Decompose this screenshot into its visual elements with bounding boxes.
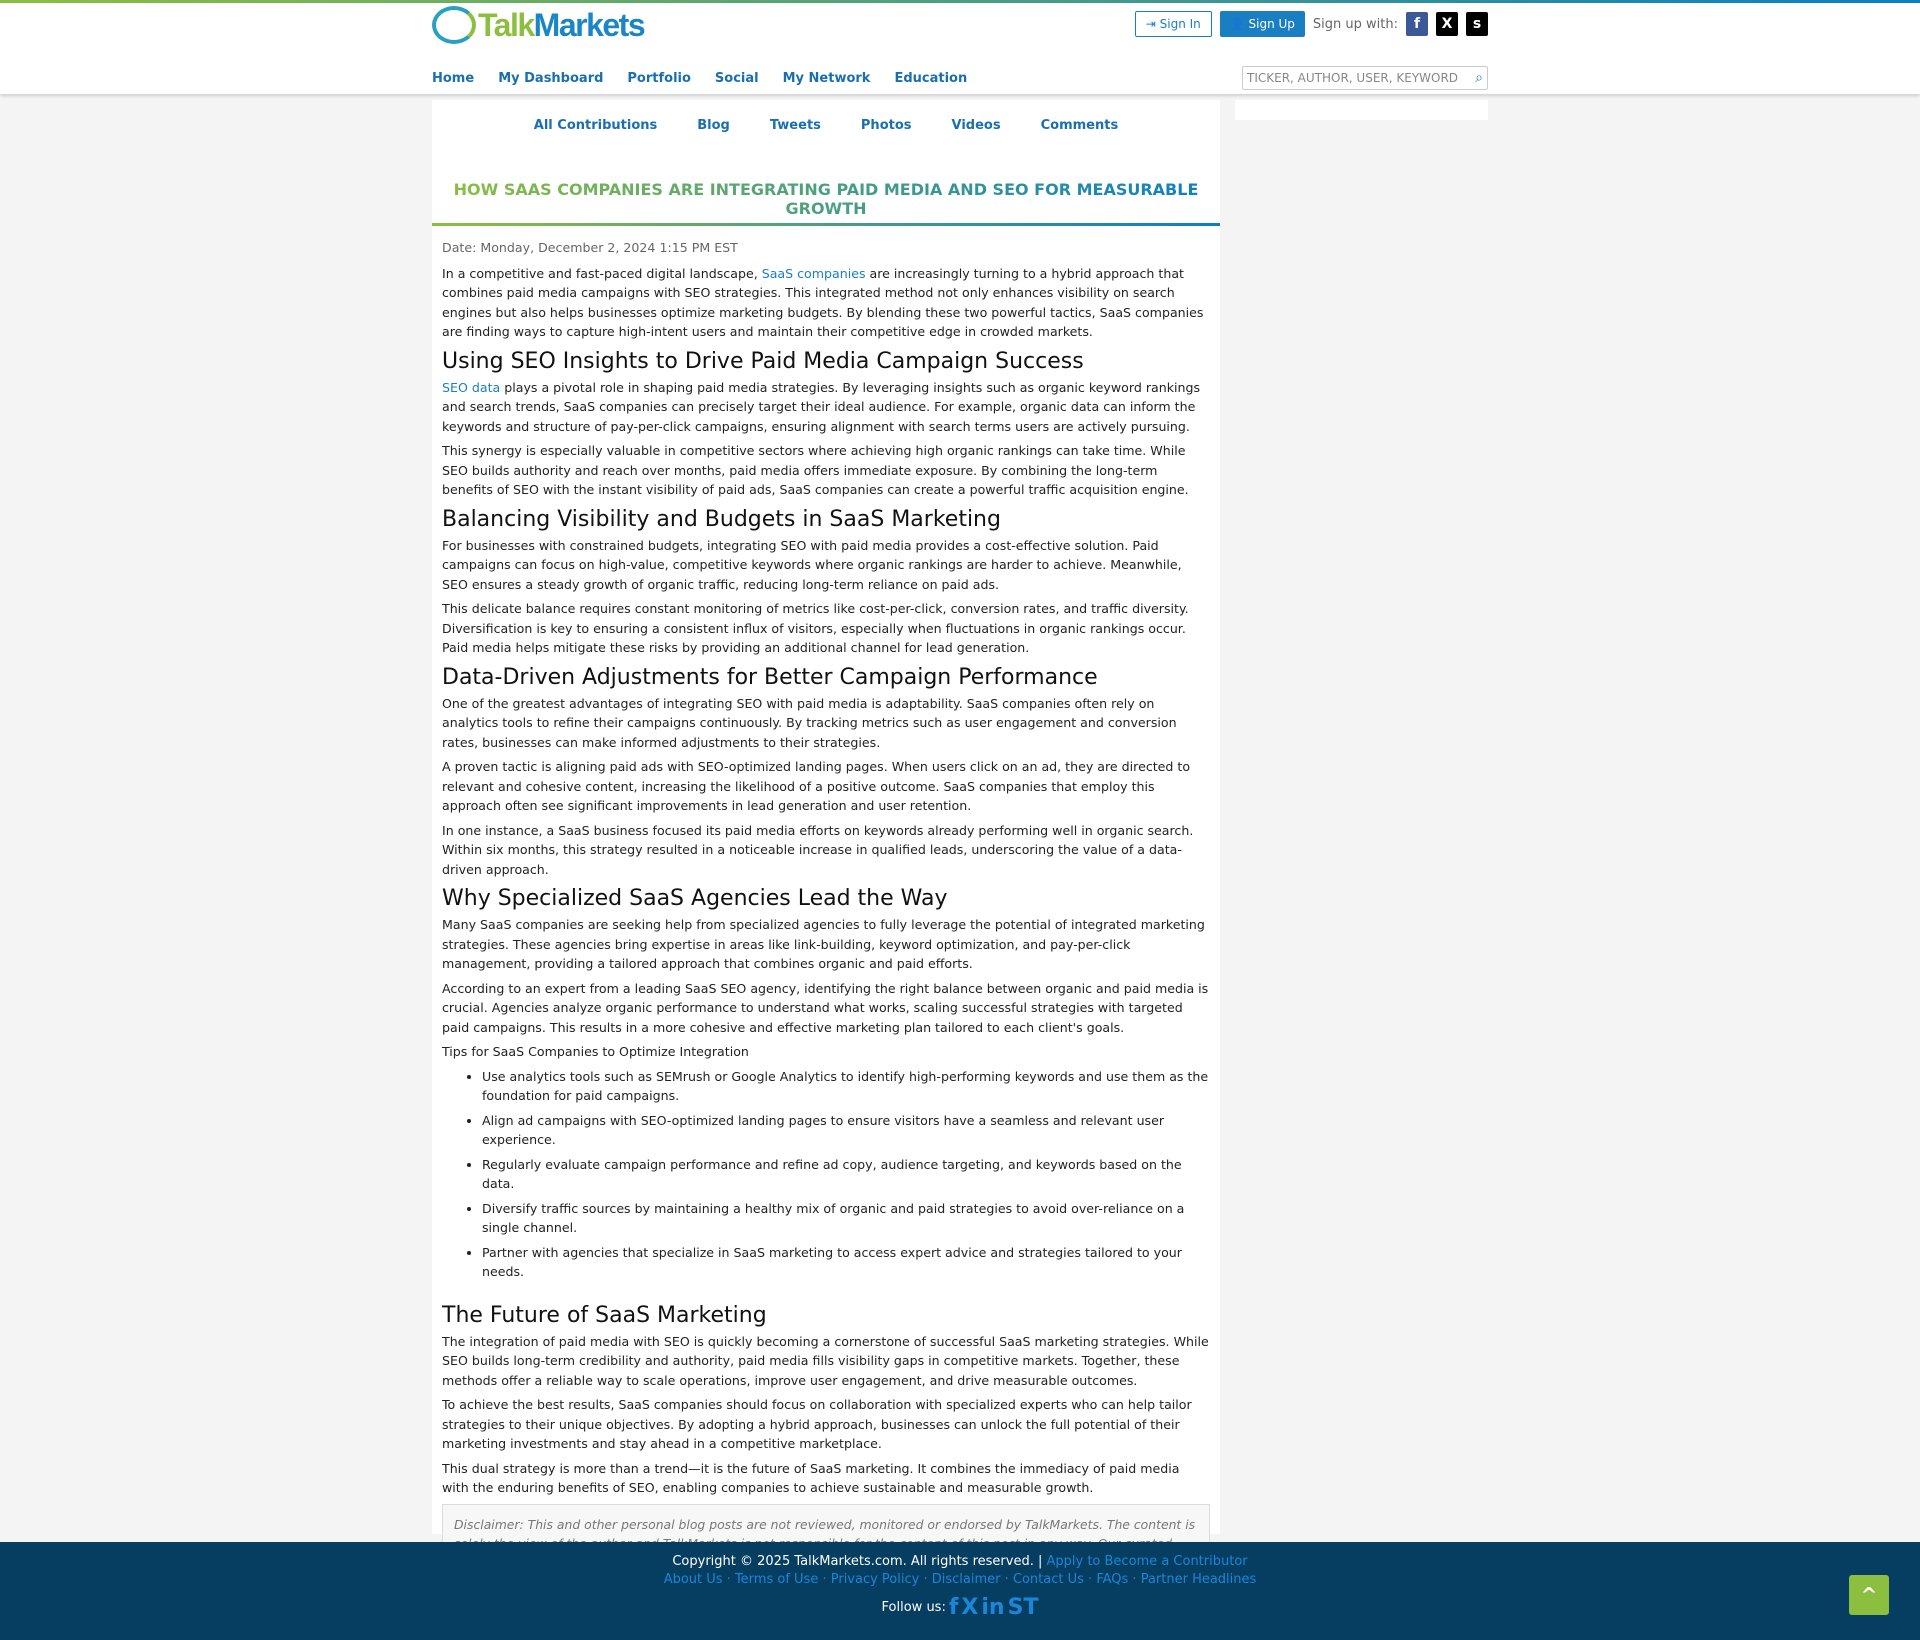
seo-data-link[interactable]: SEO data — [442, 380, 500, 395]
paragraph: According to an expert from a leading Sa… — [442, 980, 1209, 1035]
article-title-bar: HOW SAAS COMPANIES ARE INTEGRATING PAID … — [432, 174, 1220, 226]
x-icon[interactable]: X — [1436, 12, 1458, 36]
nav-my-dashboard[interactable]: My Dashboard — [498, 71, 603, 86]
footer-privacy[interactable]: Privacy Policy — [831, 1572, 920, 1587]
tips-title: Tips for SaaS Companies to Optimize Inte… — [442, 1044, 749, 1059]
site-footer: Copyright © 2025 TalkMarkets.com. All ri… — [0, 1542, 1920, 1640]
paragraph: For businesses with constrained budgets,… — [442, 537, 1182, 592]
paragraph: This synergy is especially valuable in c… — [442, 443, 1189, 497]
tab-videos[interactable]: Videos — [952, 118, 1001, 158]
footer-about-us[interactable]: About Us — [664, 1572, 723, 1587]
section-heading: Balancing Visibility and Budgets in SaaS… — [442, 506, 1001, 532]
list-item: Partner with agencies that specialize in… — [482, 1243, 1210, 1282]
paragraph: Many SaaS companies are seeking help fro… — [442, 917, 1205, 971]
add-user-icon: 👤 — [1229, 17, 1249, 31]
facebook-icon[interactable]: f — [949, 1595, 959, 1620]
list-item: Regularly evaluate campaign performance … — [482, 1155, 1210, 1194]
paragraph: This dual strategy is more than a trend—… — [442, 1460, 1180, 1496]
search-box: ⌕ — [1242, 66, 1488, 90]
paragraph: To achieve the best results, SaaS compan… — [442, 1397, 1192, 1451]
paragraph: One of the greatest advantages of integr… — [442, 695, 1177, 750]
tab-tweets[interactable]: Tweets — [770, 118, 821, 158]
footer-contact[interactable]: Contact Us — [1013, 1572, 1084, 1587]
facebook-icon[interactable]: f — [1406, 12, 1428, 36]
tab-blog[interactable]: Blog — [697, 118, 730, 158]
stocktwits-icon[interactable]: ST — [1008, 1595, 1039, 1620]
nav-portfolio[interactable]: Portfolio — [627, 71, 691, 86]
tab-comments[interactable]: Comments — [1041, 118, 1119, 158]
article-title: HOW SAAS COMPANIES ARE INTEGRATING PAID … — [432, 180, 1220, 218]
paragraph: This delicate balance requires constant … — [442, 601, 1189, 655]
scroll-to-top-button[interactable]: ^ — [1849, 1575, 1889, 1615]
stocktwits-icon[interactable]: s — [1466, 12, 1488, 36]
article-body: Date: Monday, December 2, 2024 1:15 PM E… — [432, 226, 1220, 1584]
contribution-tabs: All Contributions Blog Tweets Photos Vid… — [432, 100, 1220, 158]
footer-faqs[interactable]: FAQs — [1096, 1572, 1128, 1587]
sign-up-button[interactable]: 👤 Sign Up — [1219, 11, 1305, 37]
chevron-up-icon: ^ — [1860, 1583, 1878, 1607]
section-heading: Data-Driven Adjustments for Better Campa… — [442, 664, 1098, 690]
sign-up-with-label: Sign up with: — [1312, 16, 1398, 32]
paragraph: In one instance, a SaaS business focused… — [442, 822, 1194, 877]
saas-companies-link[interactable]: SaaS companies — [762, 266, 866, 281]
sign-in-icon: ⇥ — [1145, 17, 1160, 31]
footer-terms[interactable]: Terms of Use — [735, 1572, 818, 1587]
copyright: Copyright © 2025 TalkMarkets.com. All ri… — [672, 1554, 1047, 1569]
tab-photos[interactable]: Photos — [861, 118, 912, 158]
list-item: Diversify traffic sources by maintaining… — [482, 1199, 1210, 1238]
linkedin-icon[interactable]: in — [981, 1595, 1004, 1620]
paragraph: The integration of paid media with SEO i… — [442, 1333, 1209, 1388]
list-item: Align ad campaigns with SEO-optimized la… — [482, 1111, 1210, 1150]
tips-list: Use analytics tools such as SEMrush or G… — [482, 1067, 1210, 1282]
section-heading: The Future of SaaS Marketing — [442, 1302, 767, 1328]
list-item: Use analytics tools such as SEMrush or G… — [482, 1067, 1210, 1106]
search-icon[interactable]: ⌕ — [1475, 70, 1483, 86]
paragraph: SEO data plays a pivotal role in shaping… — [442, 379, 1201, 434]
nav-education[interactable]: Education — [894, 71, 967, 86]
site-header: Talk Markets ⇥ Sign In 👤 Sign Up Sign up … — [0, 3, 1920, 94]
apply-contributor-link[interactable]: Apply to Become a Contributor — [1046, 1554, 1247, 1569]
follow-label: Follow us: — [881, 1600, 946, 1615]
section-heading: Why Specialized SaaS Agencies Lead the W… — [442, 886, 948, 911]
logo-icon — [432, 6, 476, 44]
main-content: All Contributions Blog Tweets Photos Vid… — [432, 100, 1220, 1584]
nav-my-network[interactable]: My Network — [783, 71, 871, 86]
logo[interactable]: Talk Markets — [432, 6, 646, 44]
paragraph: In a competitive and fast-paced digital … — [442, 265, 1204, 340]
section-heading: Using SEO Insights to Drive Paid Media C… — [442, 348, 1084, 374]
paragraph: A proven tactic is aligning paid ads wit… — [442, 759, 1191, 813]
footer-disclaimer[interactable]: Disclaimer — [932, 1572, 1001, 1587]
x-icon[interactable]: X — [961, 1595, 978, 1620]
sign-in-button[interactable]: ⇥ Sign In — [1134, 11, 1212, 37]
footer-partner-headlines[interactable]: Partner Headlines — [1141, 1572, 1257, 1587]
nav-social[interactable]: Social — [715, 71, 759, 86]
main-nav: Home My Dashboard Portfolio Social My Ne… — [432, 71, 967, 86]
sidebar — [1235, 100, 1488, 120]
search-input[interactable] — [1247, 71, 1476, 85]
nav-home[interactable]: Home — [432, 71, 474, 86]
article-date: Date: Monday, December 2, 2024 1:15 PM E… — [442, 240, 738, 255]
tab-all-contributions[interactable]: All Contributions — [534, 118, 657, 158]
